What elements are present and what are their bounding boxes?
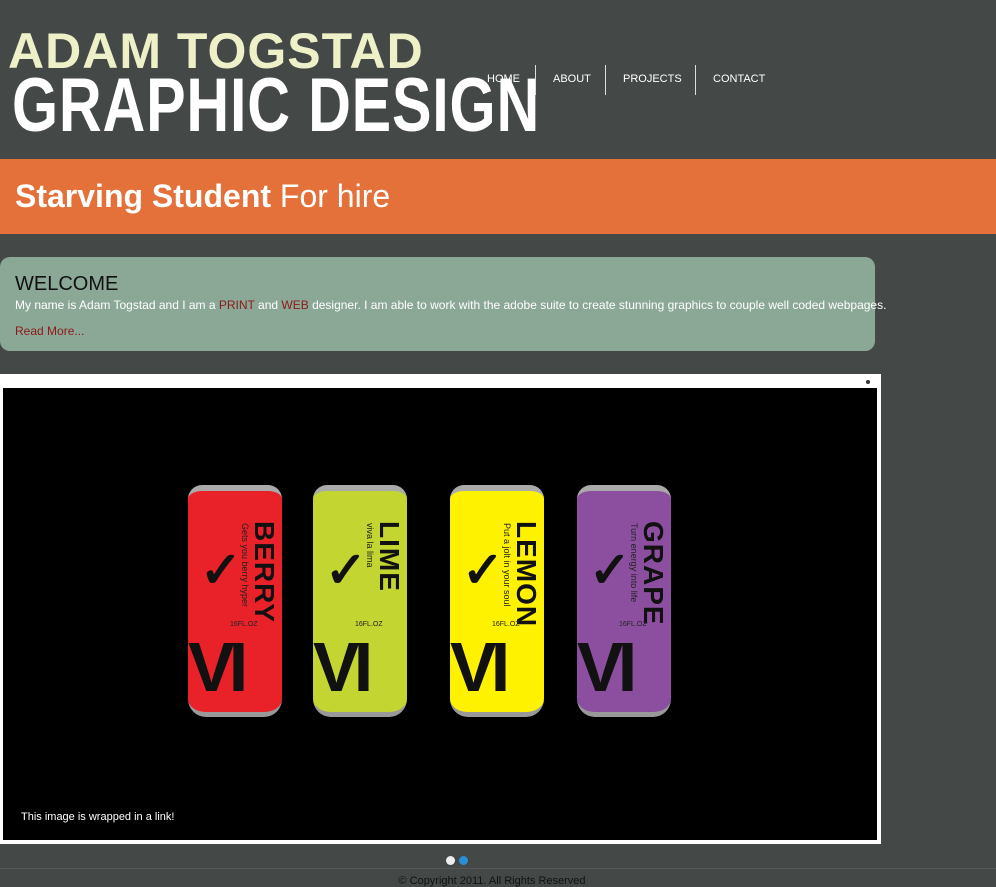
can-lemon: ✓ LEMON Put a jolt in your soul 16FL.OZ … — [450, 485, 544, 717]
tagline-rest: For hire — [271, 178, 391, 214]
tagline-bold: Starving Student — [15, 178, 272, 214]
welcome-text: My name is Adam Togstad and I am a PRINT… — [15, 298, 886, 312]
slide-caption: This image is wrapped in a link! — [21, 811, 175, 823]
tagline: Starving Student For hire — [15, 178, 390, 215]
can-name: BERRY — [249, 521, 280, 623]
nav-divider — [535, 65, 536, 95]
slide-dot-2[interactable] — [459, 856, 468, 865]
slide-image-link[interactable]: ✓ BERRY Gets you berry hyper 16FL.OZ VI ✓… — [3, 388, 877, 840]
print-highlight: PRINT — [218, 298, 255, 312]
check-logo-icon: ✓ — [200, 542, 242, 598]
can-name: GRAPE — [638, 521, 669, 626]
slider-marker — [866, 380, 870, 384]
welcome-panel: WELCOME My name is Adam Togstad and I am… — [0, 257, 886, 351]
vi-logo-icon: VI — [188, 628, 248, 706]
can-berry: ✓ BERRY Gets you berry hyper 16FL.OZ VI — [188, 485, 282, 717]
web-highlight: WEB — [281, 298, 309, 312]
vi-logo-icon: VI — [313, 628, 373, 706]
can-volume: 16FL.OZ — [492, 621, 520, 628]
can-name: LIME — [374, 521, 405, 592]
slide-dot-1[interactable] — [446, 856, 455, 865]
can-grape: ✓ GRAPE Turn energy into life 16FL.OZ VI — [577, 485, 671, 717]
nav-home[interactable]: HOME — [487, 73, 520, 85]
can-name: LEMON — [511, 521, 542, 628]
nav-divider — [605, 65, 606, 95]
copyright: © Copyright 2011. All Rights Reserved — [398, 875, 586, 887]
check-logo-icon: ✓ — [589, 542, 631, 598]
text: My name is Adam Togstad and I am a — [15, 298, 219, 312]
nav-contact[interactable]: CONTACT — [713, 73, 765, 85]
can-volume: 16FL.OZ — [355, 621, 383, 628]
can-slogan: Gets you berry hyper — [240, 523, 250, 608]
vi-logo-icon: VI — [450, 628, 510, 706]
can-volume: 16FL.OZ — [619, 621, 647, 628]
nav-about[interactable]: ABOUT — [553, 73, 591, 85]
vi-logo-icon: VI — [577, 628, 637, 706]
can-volume: 16FL.OZ — [230, 621, 258, 628]
logo-subtitle: GRAPHIC DESIGN — [12, 63, 541, 148]
text: designer. I am able to work with the ado… — [308, 298, 887, 312]
text: and — [254, 298, 282, 312]
can-slogan: viva la lima — [365, 523, 375, 568]
nav-projects[interactable]: PROJECTS — [623, 73, 682, 85]
check-logo-icon: ✓ — [325, 542, 367, 598]
footer-divider — [0, 868, 996, 869]
read-more-link[interactable]: Read More... — [15, 324, 84, 338]
nav-divider — [695, 65, 696, 95]
check-logo-icon: ✓ — [462, 542, 504, 598]
can-slogan: Turn energy into life — [629, 523, 639, 603]
can-lime: ✓ LIME viva la lima 16FL.OZ VI — [313, 485, 407, 717]
can-slogan: Put a jolt in your soul — [502, 523, 512, 607]
welcome-title: WELCOME — [15, 273, 119, 295]
